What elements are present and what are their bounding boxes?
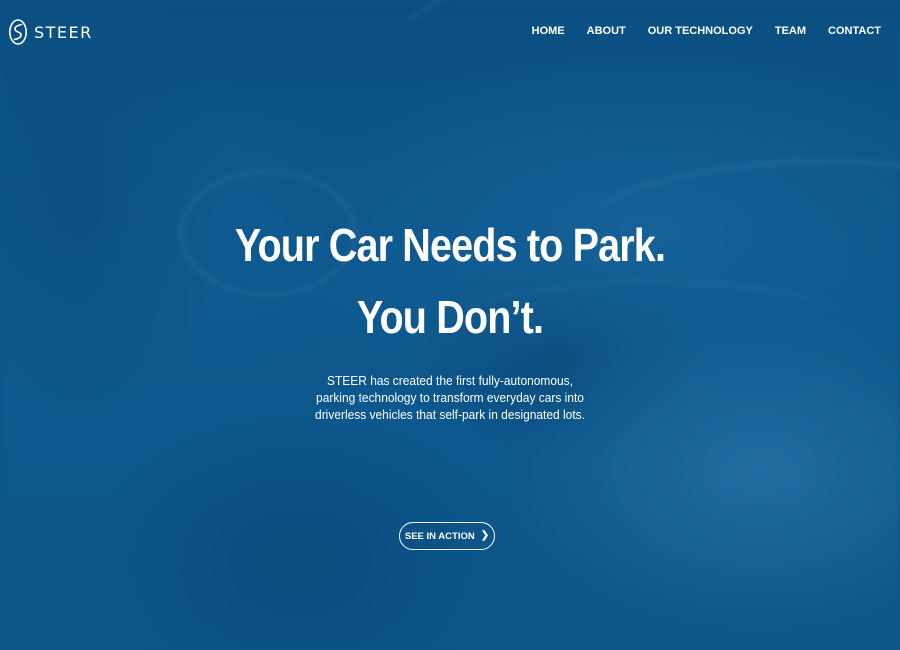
see-in-action-button[interactable]: SEE IN ACTION ❯ xyxy=(399,522,495,550)
chevron-right-icon: ❯ xyxy=(480,530,490,541)
hero-description: STEER has created the first fully-autono… xyxy=(0,372,900,423)
hero-description-line-1: STEER has created the first fully-autono… xyxy=(327,373,573,388)
hero-description-line-3: driverless vehicles that self-park in de… xyxy=(315,407,585,422)
hero-headline-line-1: Your Car Needs to Park. xyxy=(234,219,666,271)
hero-description-line-2: parking technology to transform everyday… xyxy=(316,390,584,405)
hero-content: Your Car Needs to Park. You Don’t. STEER… xyxy=(0,0,900,650)
cta-label: SEE IN ACTION xyxy=(404,530,475,542)
hero-headline-line-2: You Don’t. xyxy=(356,291,544,343)
hero-section: STEER HOME ABOUT OUR TECHNOLOGY TEAM CON… xyxy=(0,0,900,650)
